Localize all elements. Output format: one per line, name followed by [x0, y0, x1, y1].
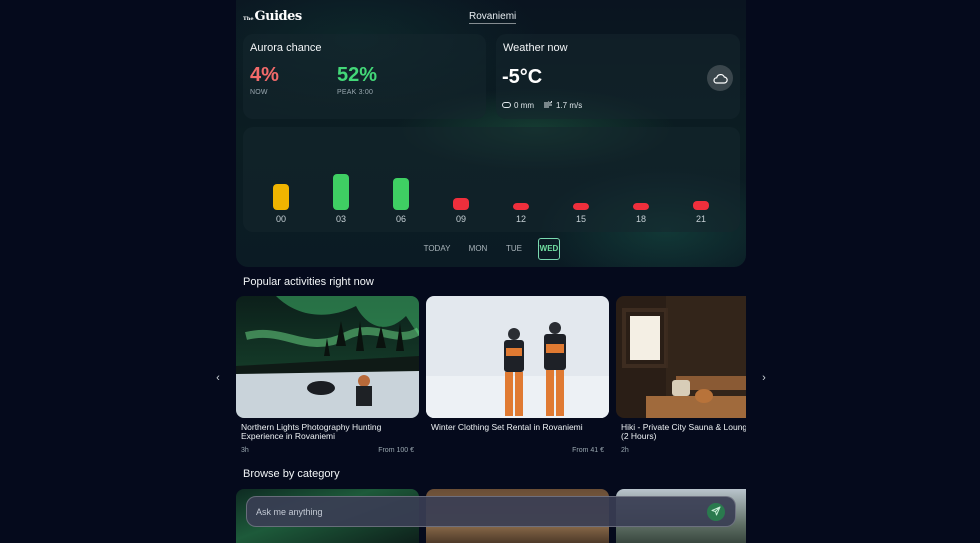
hour-label-15: 15 — [575, 214, 586, 224]
forecast-bar-00 — [273, 184, 289, 210]
precipitation-value: 0 mm — [514, 101, 534, 110]
hour-label-09: 09 — [455, 214, 466, 224]
activity-duration: 3h — [241, 447, 249, 454]
aurora-forecast-chart: 00 03 06 09 12 15 18 21 — [243, 127, 740, 232]
aurora-now-value: 4% — [250, 64, 279, 86]
activity-card[interactable]: Hiki - Private City Sauna & Lounge Rovan… — [616, 296, 746, 456]
activity-duration: 2h — [621, 447, 629, 454]
hour-label-03: 03 — [335, 214, 346, 224]
activity-card[interactable]: Northern Lights Photography Hunting Expe… — [236, 296, 419, 456]
send-icon — [711, 503, 721, 521]
tab-mon[interactable]: MON — [465, 238, 491, 260]
forecast-bar-21 — [693, 201, 709, 210]
forecast-bar-03 — [333, 174, 349, 210]
logo-small-text: The — [243, 16, 254, 22]
ask-bar — [246, 496, 736, 527]
activity-title[interactable]: Hiki - Private City Sauna & Lounge Rovan… — [621, 423, 746, 441]
weather-stats: 0 mm 1.7 m/s — [502, 99, 583, 110]
forecast-bar-12 — [513, 203, 529, 210]
forecast-bar-18 — [633, 203, 649, 210]
forecast-bars — [273, 174, 709, 210]
tab-today[interactable]: TODAY — [420, 238, 454, 260]
hour-label-06: 06 — [395, 214, 406, 224]
cloud-icon — [707, 65, 733, 91]
hour-label-00: 00 — [275, 214, 286, 224]
hour-label-18: 18 — [635, 214, 646, 224]
aurora-now-label: NOW — [250, 89, 268, 96]
popular-activities-title: Popular activities right now — [243, 276, 374, 288]
activity-title[interactable]: Winter Clothing Set Rental in Rovaniemi — [431, 423, 607, 432]
weather-now-card: Weather now -5°C 0 mm 1.7 m/s — [496, 34, 740, 119]
hour-label-12: 12 — [515, 214, 526, 224]
hour-label-21: 21 — [695, 214, 706, 224]
activity-image-winter-clothing[interactable] — [426, 296, 609, 418]
top-bar: The Guides Rovaniemi — [236, 0, 746, 34]
location-selector[interactable]: Rovaniemi — [469, 11, 517, 24]
chevron-left-icon: ‹ — [216, 372, 220, 384]
tab-wed[interactable]: WED — [538, 238, 560, 260]
weather-card-title: Weather now — [503, 42, 568, 54]
wind-icon — [544, 99, 553, 110]
aurora-card-title: Aurora chance — [250, 42, 322, 54]
day-tabs: TODAY MON TUE WED — [236, 238, 746, 260]
wind-stat: 1.7 m/s — [544, 99, 583, 110]
activity-price: From 100 € — [378, 447, 414, 454]
logo-text: Guides — [254, 9, 303, 24]
carousel-next-button[interactable]: › — [757, 370, 771, 386]
tab-tue[interactable]: TUE — [502, 238, 526, 260]
forecast-bar-06 — [393, 178, 409, 210]
browse-category-title: Browse by category — [243, 468, 340, 480]
precipitation-icon — [502, 101, 511, 110]
temperature-value: -5°C — [502, 66, 543, 88]
activity-card[interactable]: Winter Clothing Set Rental in Rovaniemi … — [426, 296, 609, 456]
activity-image-sauna[interactable] — [616, 296, 746, 418]
ask-input[interactable] — [256, 497, 696, 526]
activity-title[interactable]: Northern Lights Photography Hunting Expe… — [241, 423, 417, 441]
carousel-prev-button[interactable]: ‹ — [211, 370, 225, 386]
app-container: The Guides Rovaniemi Aurora chance 4% NO… — [236, 0, 746, 543]
aurora-peak-label: PEAK 3:00 — [337, 89, 374, 96]
send-button[interactable] — [707, 503, 725, 521]
precipitation-stat: 0 mm — [502, 101, 534, 110]
chevron-right-icon: › — [762, 372, 766, 384]
logo[interactable]: The Guides — [243, 9, 302, 24]
activity-image-northern-lights[interactable] — [236, 296, 419, 418]
wind-value: 1.7 m/s — [556, 101, 583, 110]
aurora-hero-panel: The Guides Rovaniemi Aurora chance 4% NO… — [236, 0, 746, 267]
aurora-peak-value: 52% — [337, 64, 378, 86]
forecast-bar-09 — [453, 198, 469, 210]
aurora-chance-card: Aurora chance 4% NOW 52% PEAK 3:00 — [243, 34, 486, 119]
activity-price: From 41 € — [572, 447, 604, 454]
forecast-bar-15 — [573, 203, 589, 210]
